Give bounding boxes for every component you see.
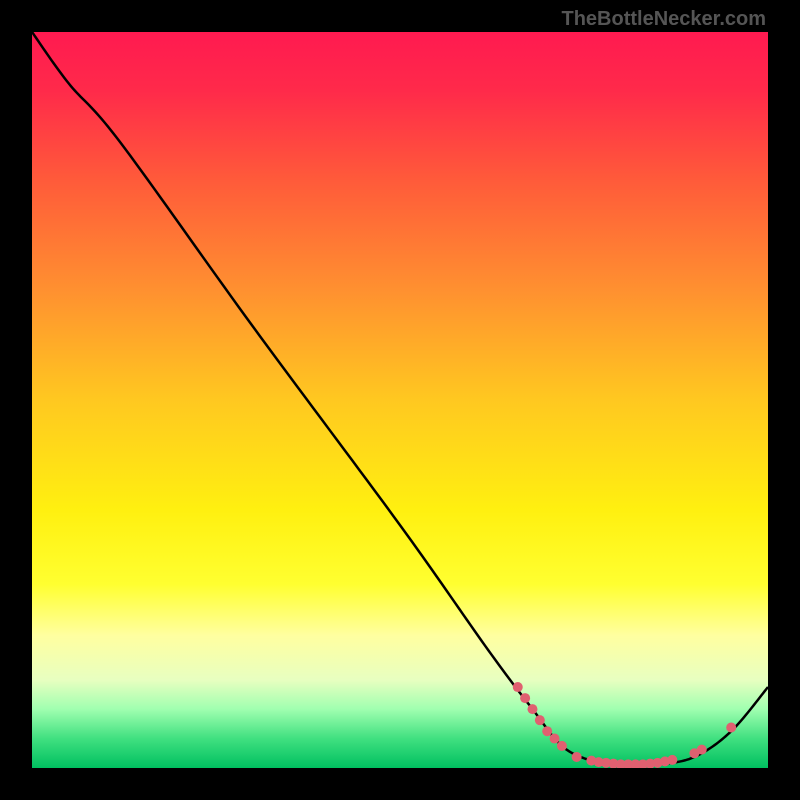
chart-container: TheBottleNecker.com (0, 0, 800, 800)
watermark-text: TheBottleNecker.com (561, 8, 766, 31)
gradient-background (32, 32, 768, 768)
plot-area (32, 32, 768, 768)
